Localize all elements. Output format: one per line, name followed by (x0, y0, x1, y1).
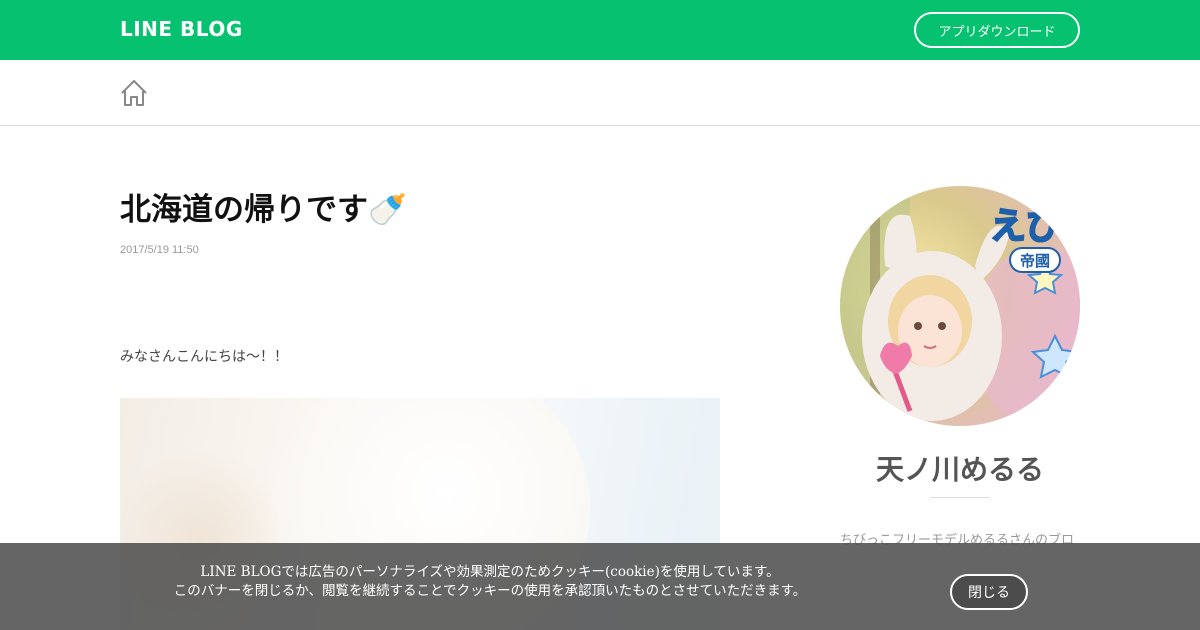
top-header: LINE BLOG アプリダウンロード (0, 0, 1200, 60)
line-blog-logo[interactable]: LINE BLOG (120, 17, 243, 41)
cookie-close-button[interactable]: 閉じる (950, 574, 1028, 610)
post-date: 2017/5/19 11:50 (120, 244, 199, 256)
cookie-banner: LINE BLOGでは広告のパーソナライズや効果測定のためクッキー(cookie… (0, 543, 1200, 630)
name-divider (930, 497, 990, 498)
cookie-message: LINE BLOGでは広告のパーソナライズや効果測定のためクッキー(cookie… (140, 563, 840, 601)
cookie-message-line1: LINE BLOGでは広告のパーソナライズや効果測定のためクッキー(cookie… (200, 564, 780, 580)
post-body-text: みなさんこんにちは～！！ (120, 349, 288, 365)
app-download-button[interactable]: アプリダウンロード (914, 12, 1080, 48)
profile-name[interactable]: 天ノ川めるる (840, 448, 1080, 488)
profile-avatar[interactable]: えびちゃ 帝國 (840, 186, 1080, 426)
nav-bar (0, 60, 1200, 126)
home-icon[interactable] (119, 78, 149, 108)
avatar-badge-text: えびちゃ (990, 206, 1080, 247)
avatar-badge-sub: 帝國 (1020, 252, 1050, 270)
post-title: 北海道の帰りです🍼 (120, 192, 407, 228)
avatar-illustration: えびちゃ 帝國 (840, 186, 1080, 426)
cookie-message-line2: このバナーを閉じるか、閲覧を継続することでクッキーの使用を承認頂いたものとさせて… (173, 583, 807, 599)
